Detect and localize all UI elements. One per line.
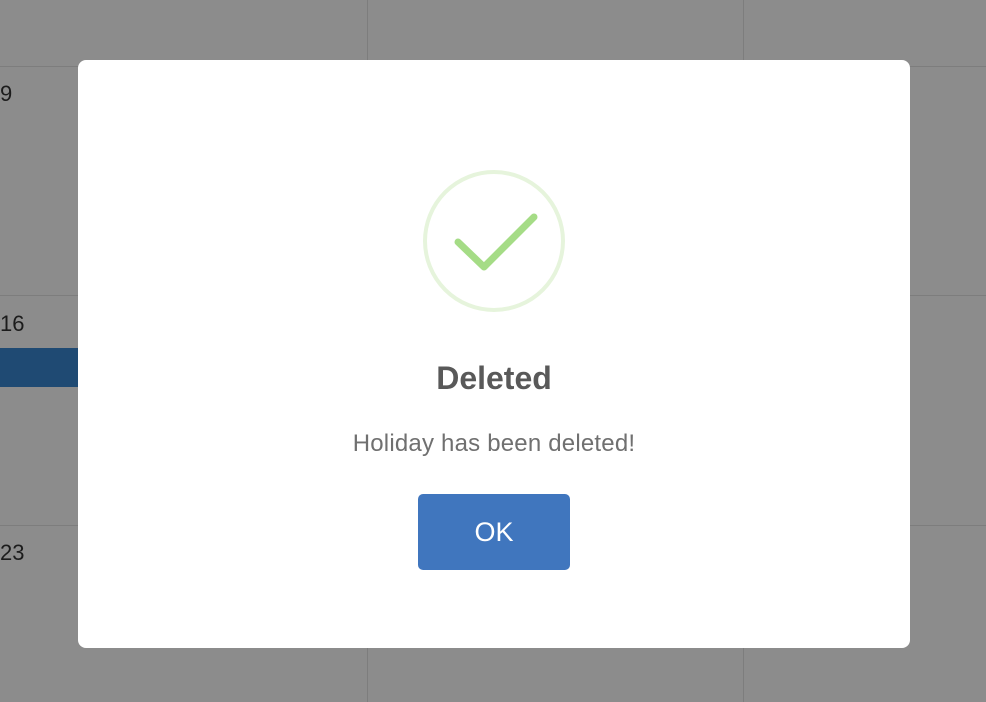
dialog-message: Holiday has been deleted! <box>352 430 636 457</box>
dialog-title: Deleted <box>436 360 552 396</box>
app-window: 9 16 23 Deleted Holiday has been deleted… <box>0 0 986 702</box>
calendar-day-number[interactable]: 16 <box>0 311 24 337</box>
calendar-day-number[interactable]: 9 <box>0 81 12 107</box>
ok-button[interactable]: OK <box>418 494 570 570</box>
calendar-day-number[interactable]: 23 <box>0 540 24 566</box>
calendar-event[interactable] <box>0 348 80 387</box>
success-dialog: Deleted Holiday has been deleted! OK <box>78 60 910 648</box>
success-check-icon <box>423 170 565 312</box>
